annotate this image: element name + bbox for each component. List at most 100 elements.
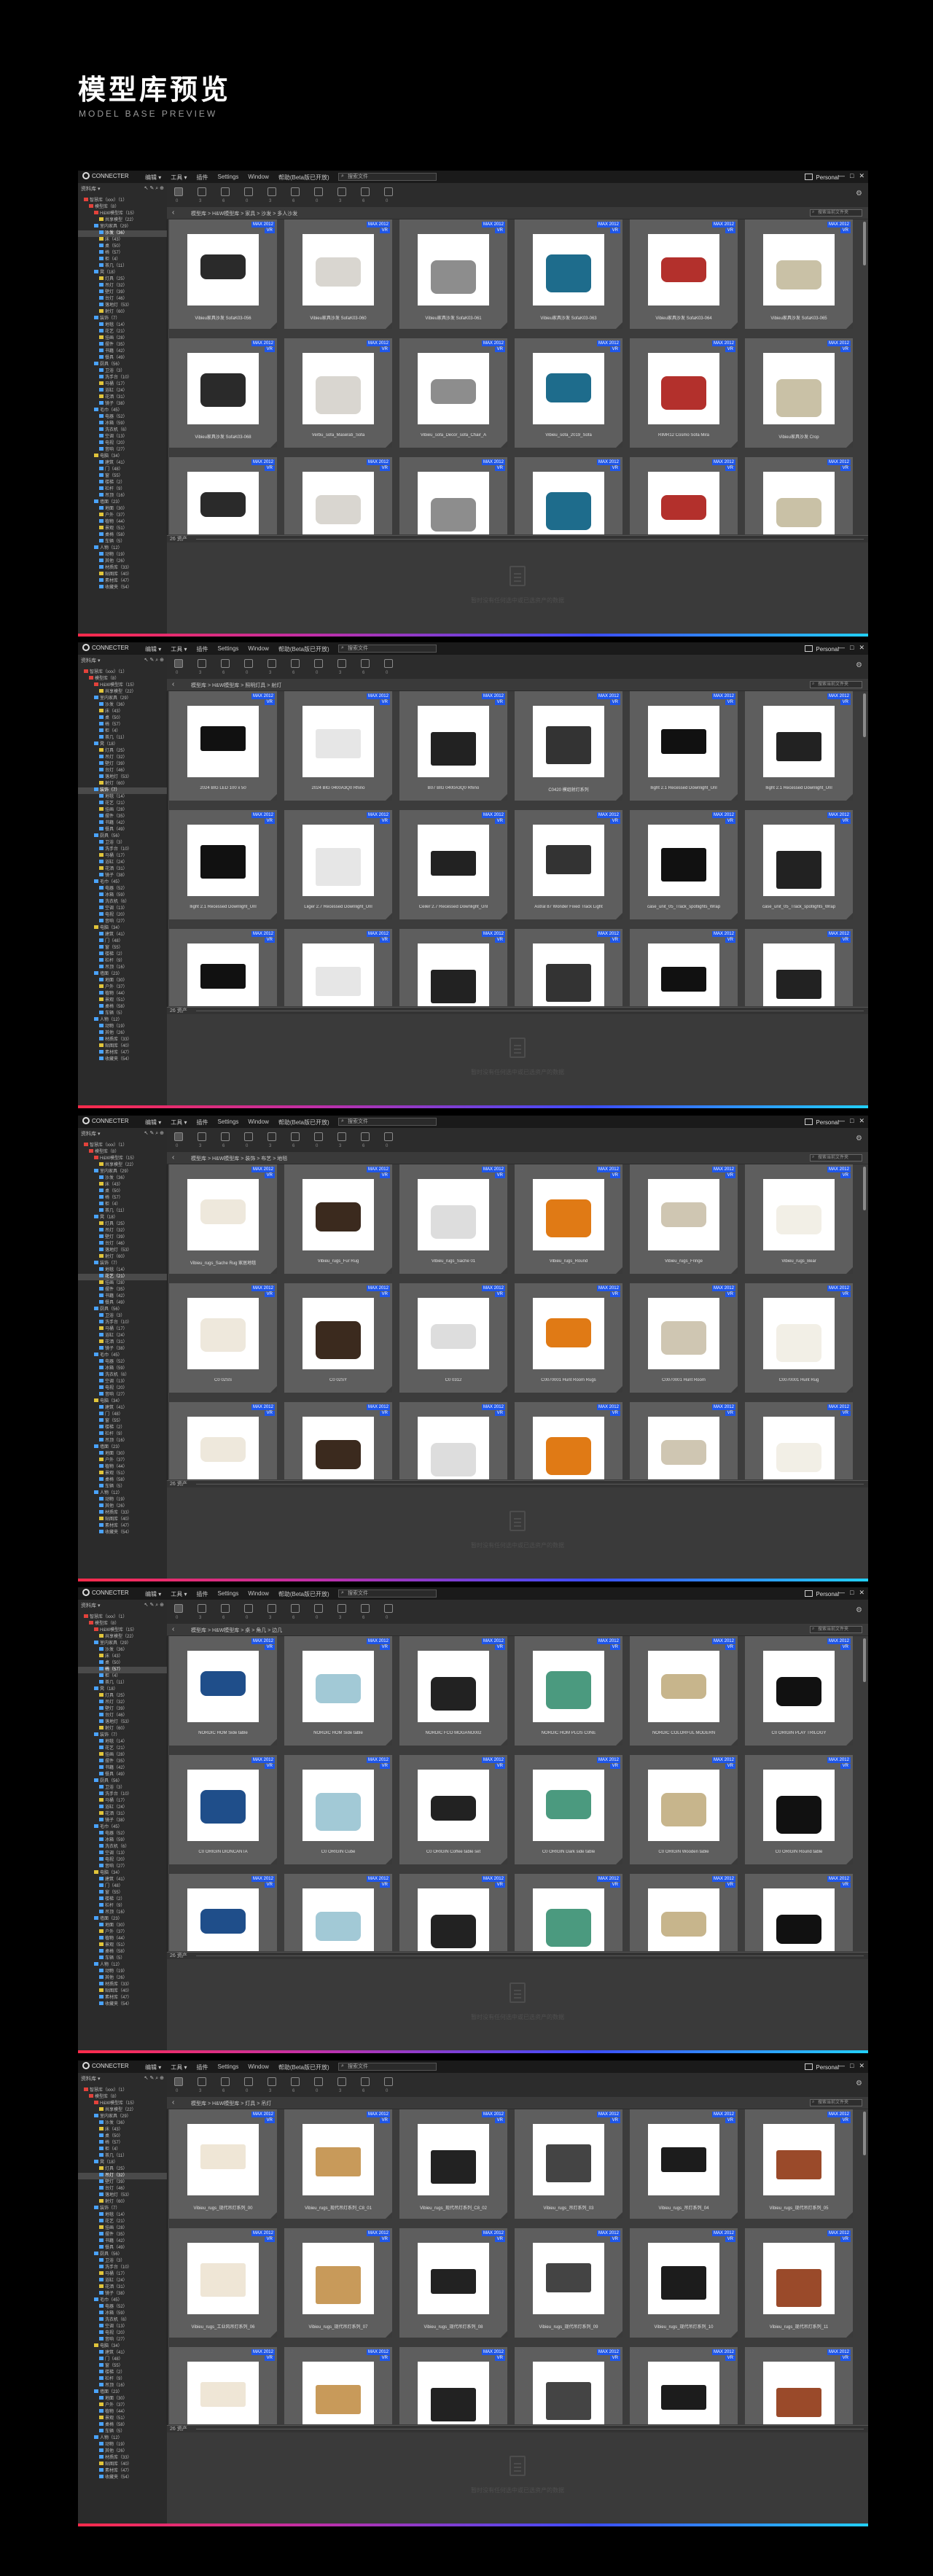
tree-item[interactable]: 户外（37） xyxy=(78,1929,167,1936)
asset-card[interactable]: MAX 2012 VR Astral 87 Wonder Fixed Track L… xyxy=(515,810,622,919)
tree-item[interactable]: 茶几（11） xyxy=(78,1208,167,1215)
tree-item[interactable]: 地面（30） xyxy=(78,2396,167,2402)
grid-scrollbar[interactable] xyxy=(863,2112,866,2155)
asset-card[interactable]: MAX 2012 VR C0 02SS xyxy=(169,1283,277,1393)
asset-card[interactable]: MAX 2012VRSide_table_Dark xyxy=(745,1874,853,1951)
tree-item[interactable]: 床（43） xyxy=(78,709,167,715)
tree-item[interactable]: 电器（52） xyxy=(78,2304,167,2311)
maximize-icon[interactable]: □ xyxy=(850,1589,854,1597)
toolbar-icon[interactable] xyxy=(314,187,323,196)
asset-card[interactable]: MAX 2012 VR C0 ORIGIN Dark side table xyxy=(515,1755,622,1864)
tree-item[interactable]: 人物（12） xyxy=(78,1017,167,1024)
tree-item[interactable]: 浴缸（24） xyxy=(78,1805,167,1811)
asset-card[interactable]: MAX 2012 VR C0070001 Hunt Room xyxy=(630,1283,738,1393)
menu-item[interactable]: 帮助(Beta版已开放) xyxy=(278,174,329,182)
tree-item[interactable]: 地面（30） xyxy=(78,1923,167,1929)
tree-item[interactable]: 收藏夹（54） xyxy=(78,2475,167,2481)
asset-card[interactable]: MAX 2012 VR Vibieu家具沙发 SofaK03-065 xyxy=(745,219,853,329)
tree-item[interactable]: 花艺（21） xyxy=(78,801,167,807)
toolbar-icon[interactable] xyxy=(221,2077,230,2086)
tree-item[interactable]: 洗衣机（6） xyxy=(78,899,167,906)
asset-card[interactable]: MAX 2012VRTrack_spot_B xyxy=(284,929,392,1006)
tree-item[interactable]: 栏杆（9） xyxy=(78,958,167,965)
back-icon[interactable]: ‹ xyxy=(172,1625,174,1633)
back-icon[interactable]: ‹ xyxy=(172,1153,174,1161)
search-input[interactable]: 搜索文件 xyxy=(338,645,437,653)
tree-item[interactable]: 地面（30） xyxy=(78,506,167,513)
tree-item[interactable]: 沙发（36） xyxy=(78,1175,167,1182)
tree-item[interactable]: 浴缸（24） xyxy=(78,860,167,866)
tree-item[interactable]: 壁灯（39） xyxy=(78,1234,167,1241)
tree-item[interactable]: 椅（57） xyxy=(78,722,167,728)
asset-card[interactable]: MAX 2012 VR C0 ORIGIN DIONCANTA xyxy=(169,1755,277,1864)
toolbar-icon[interactable] xyxy=(361,1604,370,1613)
toolbar-icon[interactable] xyxy=(361,659,370,668)
tree-item[interactable]: 洗手台（10） xyxy=(78,847,167,853)
folder-search-input[interactable]: 搜索当前文件夹 xyxy=(810,681,862,688)
menu-item[interactable]: 帮助(Beta版已开放) xyxy=(278,1118,329,1126)
tree-item[interactable]: 壁灯（39） xyxy=(78,1706,167,1713)
menu-item[interactable]: Settings xyxy=(218,174,239,182)
tree-item[interactable]: 沙发（36） xyxy=(78,2120,167,2127)
gear-icon[interactable]: ⚙ xyxy=(856,1606,862,1614)
search-input[interactable]: 搜索文件 xyxy=(338,173,437,181)
toolbar-icon[interactable] xyxy=(198,1604,206,1613)
tree-item[interactable]: 花洒（31） xyxy=(78,394,167,401)
asset-card[interactable]: MAX 2012 VR C0 ORIGIN PLAY TRILOGY xyxy=(745,1636,853,1746)
tree-item[interactable]: 射灯（60） xyxy=(78,309,167,316)
tree-item[interactable]: 桌（50） xyxy=(78,244,167,250)
menu-item[interactable]: Settings xyxy=(218,1118,239,1126)
tree-item[interactable]: 室内家具（29） xyxy=(78,224,167,230)
tree-item[interactable]: 书籍（42） xyxy=(78,2238,167,2245)
asset-card[interactable]: MAX 2012 VR Ilight 2.1 Recessed Downlight_… xyxy=(745,691,853,801)
menu-item[interactable]: 工具 ▾ xyxy=(171,174,187,182)
tree-item[interactable]: 素材库（47） xyxy=(78,1523,167,1530)
asset-card[interactable]: MAX 2012 VR Vibieu_rugs_现代吊灯系列_07 xyxy=(284,2228,392,2338)
toolbar-icon[interactable] xyxy=(384,659,393,668)
asset-card[interactable]: MAX 2012 VR Vibieu_rugs_Bear xyxy=(745,1164,853,1274)
tree-item[interactable]: 收藏夹（54） xyxy=(78,585,167,591)
tree-item[interactable]: 材质库（33） xyxy=(78,1037,167,1043)
tree-item[interactable]: 落地灯（53） xyxy=(78,774,167,781)
tree-item[interactable]: 户外（37） xyxy=(78,1458,167,1464)
tree-item[interactable]: 镜子（38） xyxy=(78,401,167,408)
toolbar-icon[interactable] xyxy=(221,187,230,196)
tree-item[interactable]: 花洒（31） xyxy=(78,1339,167,1346)
tree-item[interactable]: 柜（4） xyxy=(78,257,167,263)
minimize-icon[interactable]: — xyxy=(838,172,845,180)
tree-item[interactable]: 电脑（34） xyxy=(78,1398,167,1405)
asset-card[interactable]: MAX 2012VRPendant_14 xyxy=(399,2347,507,2424)
tree-item[interactable]: 洗手台（10） xyxy=(78,375,167,381)
tree-item[interactable]: 墙面（23） xyxy=(78,1444,167,1451)
tree-item[interactable]: 毛巾（45） xyxy=(78,1353,167,1359)
tree-item[interactable]: 摆件（35） xyxy=(78,814,167,820)
tree-item[interactable]: 模型库（8） xyxy=(78,1149,167,1156)
asset-card[interactable]: MAX 2012 VR Vibieu_rugs_现代吊灯系列_C8_01 xyxy=(284,2109,392,2219)
tree-item[interactable]: 吊顶（16） xyxy=(78,493,167,499)
tree-item[interactable]: 书籍（42） xyxy=(78,349,167,355)
tree-item[interactable]: 花艺（21） xyxy=(78,1746,167,1752)
toolbar-icon[interactable] xyxy=(174,1604,183,1613)
tree-item[interactable]: 室内家具（29） xyxy=(78,696,167,702)
tree-item[interactable]: 台灯（46） xyxy=(78,1241,167,1248)
tree-item[interactable]: 壁灯（39） xyxy=(78,761,167,768)
asset-card[interactable]: MAX 2012VRSide_table_Vase xyxy=(284,1874,392,1951)
toolbar-icon[interactable] xyxy=(291,187,300,196)
asset-card[interactable]: MAX 2012 VR NORDIC COLORFUL MODERN xyxy=(630,1636,738,1746)
menu-item[interactable]: 编辑 ▾ xyxy=(145,174,161,182)
maximize-icon[interactable]: □ xyxy=(850,1117,854,1125)
toolbar-icon[interactable] xyxy=(361,187,370,196)
menu-item[interactable]: Window xyxy=(248,1118,268,1126)
tree-item[interactable]: 其他（26） xyxy=(78,559,167,565)
tree-item[interactable]: 茶几（11） xyxy=(78,263,167,270)
tree-item[interactable]: 植物（44） xyxy=(78,1936,167,1942)
toolbar-icon[interactable] xyxy=(291,659,300,668)
tree-item[interactable]: 书籍（42） xyxy=(78,1765,167,1772)
asset-card[interactable]: MAX 2012 VR Verbu_sofa_Maserati_Sofa xyxy=(284,338,392,448)
tree-item[interactable]: 地毯（14） xyxy=(78,322,167,329)
asset-card[interactable]: MAX 2012 VR C0 02SY xyxy=(284,1283,392,1393)
tree-item[interactable]: 人物（12） xyxy=(78,1962,167,1969)
search-input[interactable]: 搜索文件 xyxy=(338,1589,437,1598)
toolbar-icon[interactable] xyxy=(384,2077,393,2086)
tree-item[interactable]: 花洒（31） xyxy=(78,2284,167,2291)
